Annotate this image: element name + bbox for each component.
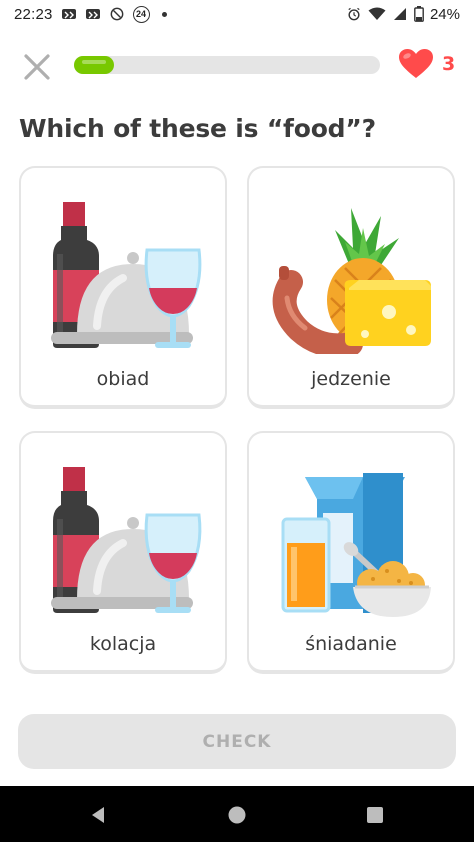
status-bar: 22:23 24 24% (0, 0, 474, 28)
choice-label: kolacja (89, 633, 157, 655)
wifi-icon (368, 7, 386, 20)
choice-card-jedzenie[interactable]: jedzenie (247, 166, 455, 409)
status-left: 22:23 24 (14, 5, 167, 23)
notification-icon (61, 9, 76, 19)
badge-icon: 24 (132, 5, 150, 23)
food-pineapple-cheese-icon (272, 208, 431, 354)
breakfast-cereal-icon (281, 473, 431, 617)
battery-percent: 24% (429, 5, 460, 23)
choice-label: śniadanie (305, 633, 397, 655)
back-icon[interactable] (88, 804, 110, 826)
hearts-count: 3 (442, 53, 456, 75)
choice-label: obiad (96, 368, 150, 390)
choice-card-sniadanie[interactable]: śniadanie (247, 431, 455, 674)
progress-fill (74, 56, 114, 74)
wine-and-dish-icon (51, 202, 202, 348)
choice-label: jedzenie (311, 368, 391, 390)
signal-icon (393, 8, 406, 20)
wine-and-dish-icon (51, 467, 202, 613)
choice-card-kolacja[interactable]: kolacja (19, 431, 227, 674)
alarm-icon (348, 7, 360, 21)
rotate-icon (110, 7, 123, 21)
heart-icon (399, 49, 433, 78)
close-icon[interactable] (20, 50, 54, 84)
progress-bar (74, 56, 380, 74)
hearts-counter[interactable]: 3 (398, 48, 455, 80)
lesson-header: 3 (0, 46, 474, 86)
notification-icon (85, 9, 100, 19)
status-right: 24% (346, 6, 460, 23)
question-title: Which of these is “food”? (19, 114, 376, 143)
choice-card-obiad[interactable]: obiad (19, 166, 227, 409)
status-time: 22:23 (14, 5, 53, 23)
navigation-bar (0, 786, 474, 842)
check-button[interactable]: CHECK (18, 714, 456, 769)
dot-icon (161, 11, 167, 17)
recent-apps-icon[interactable] (364, 804, 386, 826)
battery-icon (414, 6, 424, 22)
home-icon[interactable] (226, 804, 248, 826)
